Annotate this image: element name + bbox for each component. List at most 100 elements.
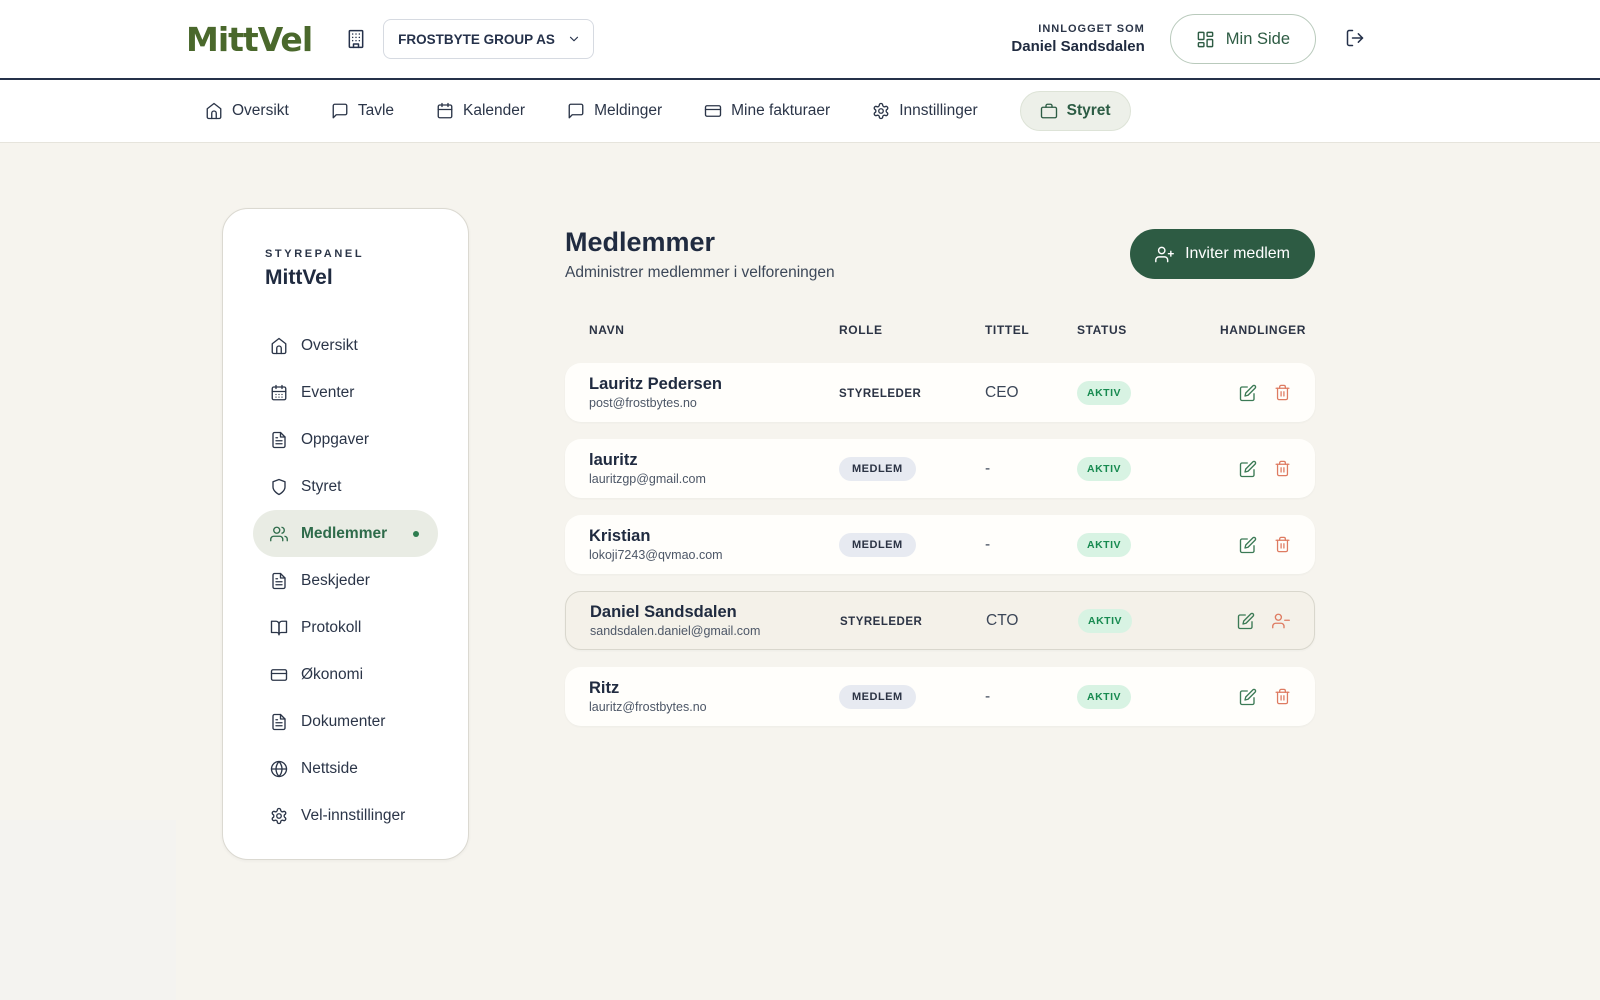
sidebar-item-styret[interactable]: Styret (253, 463, 438, 510)
member-email: post@frostbytes.no (589, 396, 839, 410)
member-email: lauritz@frostbytes.no (589, 700, 839, 714)
calendar-icon (436, 102, 454, 120)
sidebar-item-protokoll[interactable]: Protokoll (253, 604, 438, 651)
globe-icon (270, 760, 288, 778)
nav-item-mine-fakturaer[interactable]: Mine fakturaer (704, 102, 830, 120)
delete-member-button[interactable] (1274, 384, 1291, 401)
member-name: lauritz (589, 451, 839, 471)
edit-member-button[interactable] (1239, 384, 1257, 402)
status-badge: AKTIV (1077, 685, 1131, 709)
shield-icon (270, 478, 288, 496)
nav-item-tavle[interactable]: Tavle (331, 102, 394, 120)
panel-title: MittVel (265, 266, 426, 290)
nav-item-oversikt[interactable]: Oversikt (205, 102, 289, 120)
min-side-label: Min Side (1226, 30, 1290, 49)
app-header: MittVel FROSTBYTE GROUP AS INNLOGGET SOM… (0, 0, 1600, 78)
org-selector-value: FROSTBYTE GROUP AS (398, 32, 555, 47)
member-email: lokoji7243@qvmao.com (589, 548, 839, 562)
column-header-navn: NAVN (589, 323, 839, 337)
credit-card-icon (270, 666, 288, 684)
table-row: Daniel Sandsdalen sandsdalen.daniel@gmai… (565, 591, 1315, 650)
member-title: CEO (985, 384, 1077, 402)
calendar-days-icon (270, 384, 288, 402)
message-square-icon (331, 102, 349, 120)
members-table: Lauritz Pedersen post@frostbytes.no STYR… (565, 363, 1315, 726)
column-header-tittel: TITTEL (985, 323, 1077, 337)
delete-member-button[interactable] (1274, 460, 1291, 477)
edit-icon (1239, 460, 1257, 478)
trash-icon (1274, 384, 1291, 401)
table-row: Ritz lauritz@frostbytes.no MEDLEM - AKTI… (565, 667, 1315, 726)
member-name: Kristian (589, 527, 839, 547)
trash-icon (1274, 536, 1291, 553)
role-badge: MEDLEM (839, 533, 916, 557)
row-actions (1220, 384, 1291, 402)
logout-icon (1345, 28, 1365, 48)
sidebar-item-eventer[interactable]: Eventer (253, 369, 438, 416)
edit-member-button[interactable] (1239, 688, 1257, 706)
member-email: lauritzgp@gmail.com (589, 472, 839, 486)
member-title: CTO (986, 612, 1078, 630)
edit-member-button[interactable] (1239, 460, 1257, 478)
delete-member-button[interactable] (1274, 536, 1291, 553)
member-title: - (985, 536, 1077, 554)
sidebar-item-dokumenter[interactable]: Dokumenter (253, 698, 438, 745)
trash-icon (1274, 688, 1291, 705)
edit-icon (1237, 612, 1255, 630)
row-actions (1221, 612, 1290, 630)
nav-item-kalender[interactable]: Kalender (436, 102, 525, 120)
logged-in-info: INNLOGGET SOM Daniel Sandsdalen (1011, 23, 1144, 55)
sidebar-item-oppgaver[interactable]: Oppgaver (253, 416, 438, 463)
dashboard-grid-icon (1196, 30, 1215, 49)
file-text-icon (270, 431, 288, 449)
panel-label: STYREPANEL (265, 248, 426, 260)
nav-item-meldinger[interactable]: Meldinger (567, 102, 662, 120)
sidebar-item-label: Nettside (301, 760, 358, 778)
logout-button[interactable] (1345, 28, 1365, 51)
remove-member-button[interactable] (1272, 612, 1290, 630)
status-badge: AKTIV (1077, 457, 1131, 481)
styrepanel-sidebar: STYREPANEL MittVel OversiktEventer Oppgav… (222, 208, 469, 860)
trash-icon (1274, 460, 1291, 477)
settings-icon (270, 807, 288, 825)
nav-item-label: Innstillinger (899, 102, 977, 120)
nav-item-innstillinger[interactable]: Innstillinger (872, 102, 977, 120)
nav-item-styret[interactable]: Styret (1020, 91, 1131, 131)
logged-in-label: INNLOGGET SOM (1011, 23, 1144, 35)
sidebar-item-nettside[interactable]: Nettside (253, 745, 438, 792)
sidebar-item-label: Styret (301, 478, 341, 496)
settings-icon (872, 102, 890, 120)
status-badge: AKTIV (1078, 609, 1132, 633)
org-selector[interactable]: FROSTBYTE GROUP AS (383, 19, 594, 59)
edit-member-button[interactable] (1239, 536, 1257, 554)
sidebar-item-beskjeder[interactable]: Beskjeder (253, 557, 438, 604)
sidebar-item-label: Beskjeder (301, 572, 370, 590)
main-nav: Oversikt Tavle Kalender Meldinger Mine faktu… (0, 78, 1600, 143)
nav-item-label: Styret (1067, 102, 1111, 120)
member-name: Ritz (589, 679, 839, 699)
delete-member-button[interactable] (1274, 688, 1291, 705)
briefcase-icon (1040, 102, 1058, 120)
member-title: - (985, 688, 1077, 706)
sidebar-item-label: Oppgaver (301, 431, 369, 449)
sidebar-item-label: Vel-innstillinger (301, 807, 405, 825)
message-square-icon (567, 102, 585, 120)
edit-icon (1239, 384, 1257, 402)
building-icon (346, 29, 366, 49)
edit-member-button[interactable] (1237, 612, 1255, 630)
member-title: - (985, 460, 1077, 478)
app-logo: MittVel (186, 20, 312, 59)
status-badge: AKTIV (1077, 381, 1131, 405)
background-patch (0, 820, 176, 1000)
column-header-handlinger: HANDLINGER (1220, 323, 1306, 337)
sidebar-item-medlemmer[interactable]: Medlemmer (253, 510, 438, 557)
sidebar-item-oversikt[interactable]: Oversikt (253, 322, 438, 369)
sidebar-item-okonomi[interactable]: Økonomi (253, 651, 438, 698)
file-text-icon (270, 713, 288, 731)
sidebar-item-vel-innstillinger[interactable]: Vel-innstillinger (253, 792, 438, 839)
active-dot (413, 531, 419, 537)
users-icon (270, 525, 288, 543)
invite-member-button[interactable]: Inviter medlem (1130, 229, 1315, 279)
min-side-button[interactable]: Min Side (1170, 14, 1316, 64)
sidebar-item-label: Medlemmer (301, 525, 387, 543)
